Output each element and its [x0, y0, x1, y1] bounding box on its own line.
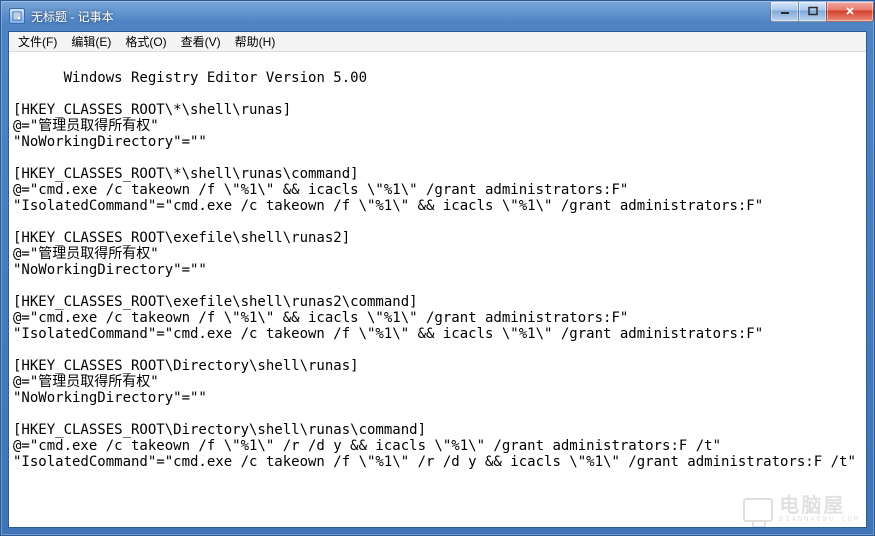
menu-help[interactable]: 帮助(H): [228, 31, 283, 52]
notepad-app-icon: [9, 8, 25, 24]
close-button[interactable]: [826, 2, 874, 22]
menu-format[interactable]: 格式(O): [118, 31, 173, 52]
notepad-window: 无标题 - 记事本 文件(F) 编辑(E) 格式(O) 查看(V) 帮助(H) …: [0, 0, 875, 536]
watermark: 电脑屋 DIANNAOWU.COM: [743, 496, 860, 523]
text-editor[interactable]: Windows Registry Editor Version 5.00 [HK…: [9, 52, 866, 527]
window-controls: [771, 2, 874, 22]
watermark-subtext: DIANNAOWU.COM: [779, 516, 860, 523]
watermark-text: 电脑屋: [779, 496, 860, 516]
titlebar[interactable]: 无标题 - 记事本: [1, 1, 874, 31]
menu-file[interactable]: 文件(F): [11, 31, 64, 52]
menu-edit[interactable]: 编辑(E): [64, 31, 118, 52]
menu-view[interactable]: 查看(V): [174, 31, 228, 52]
window-title: 无标题 - 记事本: [31, 8, 771, 25]
monitor-icon: [743, 498, 773, 522]
menubar: 文件(F) 编辑(E) 格式(O) 查看(V) 帮助(H): [9, 32, 866, 52]
minimize-button[interactable]: [770, 2, 799, 22]
maximize-button[interactable]: [798, 2, 827, 22]
client-area: 文件(F) 编辑(E) 格式(O) 查看(V) 帮助(H) Windows Re…: [8, 31, 867, 528]
editor-content[interactable]: Windows Registry Editor Version 5.00 [HK…: [13, 70, 856, 470]
